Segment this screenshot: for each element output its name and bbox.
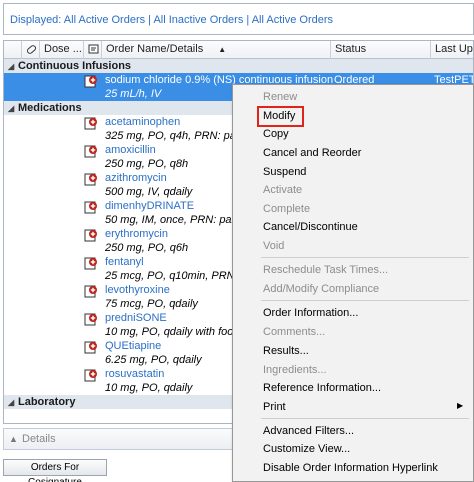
document-med-icon (84, 313, 97, 326)
menu-item-void[interactable]: Void (263, 240, 284, 252)
menu-item-results[interactable]: Results... (263, 345, 309, 357)
details-expander[interactable]: ▲ Details (3, 428, 239, 450)
order-details: 325 mg, PO, q4h, PRN: pain-r (105, 130, 252, 142)
order-name[interactable]: QUEtiapine (105, 340, 161, 352)
header-last-update[interactable]: Last Upda (431, 41, 473, 59)
order-name[interactable]: amoxicillin (105, 144, 156, 156)
details-label: Details (22, 433, 56, 445)
order-details: 50 mg, IM, once, PRN: pain (105, 214, 241, 226)
menu-separator (261, 418, 469, 419)
pill-icon (26, 45, 37, 54)
section-title: Continuous Infusions (18, 60, 132, 72)
document-med-icon (84, 257, 97, 270)
header-order-name[interactable]: Order Name/Details ▲ (102, 41, 331, 59)
order-name[interactable]: acetaminophen (105, 116, 180, 128)
document-med-icon (84, 173, 97, 186)
header-select-column[interactable] (4, 41, 22, 59)
menu-item-disable-order-information-hyperlink[interactable]: Disable Order Information Hyperlink (263, 462, 438, 474)
document-med-icon (84, 229, 97, 242)
orders-for-cosignature-button[interactable]: Orders For Cosignature (3, 459, 107, 482)
menu-item-advanced-filters[interactable]: Advanced Filters... (263, 425, 354, 437)
order-details: 10 mg, PO, qdaily with food (105, 326, 240, 338)
section-continuous-infusions[interactable]: ◢ Continuous Infusions (4, 59, 473, 74)
menu-item-comments[interactable]: Comments... (263, 326, 325, 338)
document-med-icon (84, 285, 97, 298)
order-details: 500 mg, IV, qdaily (105, 186, 193, 198)
menu-item-modify[interactable]: Modify (263, 110, 295, 122)
displayed-filter-bar: Displayed: All Active Orders | All Inact… (3, 3, 474, 35)
order-details: 75 mcg, PO, qdaily (105, 298, 198, 310)
order-name[interactable]: fentanyl (105, 256, 144, 268)
order-details: 10 mg, PO, qdaily (105, 382, 193, 394)
collapse-triangle-icon[interactable]: ◢ (8, 396, 18, 410)
menu-item-cancel-discontinue[interactable]: Cancel/Discontinue (263, 221, 358, 233)
header-order-name-label: Order Name/Details (106, 43, 204, 55)
menu-item-suspend[interactable]: Suspend (263, 166, 306, 178)
menu-item-renew[interactable]: Renew (263, 91, 297, 103)
document-med-icon (84, 117, 97, 130)
order-name[interactable]: rosuvastatin (105, 368, 164, 380)
menu-item-cancel-and-reorder[interactable]: Cancel and Reorder (263, 147, 361, 159)
header-details-icon-column[interactable] (84, 41, 102, 59)
order-name[interactable]: dimenhyDRINATE (105, 200, 194, 212)
submenu-arrow-icon: ▶ (457, 401, 464, 410)
menu-separator (261, 257, 469, 258)
menu-item-reference-information[interactable]: Reference Information... (263, 382, 381, 394)
document-med-icon (84, 201, 97, 214)
sort-ascending-icon: ▲ (218, 45, 227, 54)
collapse-triangle-icon[interactable]: ◢ (8, 60, 18, 74)
order-details: 25 mL/h, IV (105, 88, 162, 100)
header-dose[interactable]: Dose ... (40, 41, 84, 59)
document-med-icon (84, 75, 97, 88)
header-icon-column[interactable] (22, 41, 40, 59)
menu-item-activate[interactable]: Activate (263, 184, 302, 196)
document-med-icon (84, 145, 97, 158)
menu-item-add-modify-compliance[interactable]: Add/Modify Compliance (263, 283, 379, 295)
order-name[interactable]: predniSONE (105, 312, 167, 324)
menu-separator (261, 300, 469, 301)
header-status[interactable]: Status (331, 41, 431, 59)
order-name[interactable]: levothyroxine (105, 284, 170, 296)
menu-item-complete[interactable]: Complete (263, 203, 310, 215)
collapse-triangle-icon[interactable]: ◢ (8, 102, 18, 116)
displayed-filter-links[interactable]: Displayed: All Active Orders | All Inact… (10, 14, 333, 26)
menu-item-reschedule-task-times[interactable]: Reschedule Task Times... (263, 264, 388, 276)
document-med-icon (84, 341, 97, 354)
section-title: Medications (18, 102, 82, 114)
order-details: 250 mg, PO, q8h (105, 158, 189, 170)
expand-triangle-icon[interactable]: ▲ (9, 434, 18, 444)
menu-item-customize-view[interactable]: Customize View... (263, 443, 350, 455)
menu-item-print[interactable]: Print (263, 401, 286, 413)
document-med-icon (84, 369, 97, 382)
grid-header: Dose ... Order Name/Details ▲ Status Las… (4, 41, 473, 59)
order-name[interactable]: azithromycin (105, 172, 167, 184)
menu-item-order-information[interactable]: Order Information... (263, 307, 358, 319)
menu-item-ingredients[interactable]: Ingredients... (263, 364, 327, 376)
context-menu: Renew Modify Copy Cancel and Reorder Sus… (232, 84, 474, 482)
notepad-icon (88, 44, 99, 54)
order-details: 250 mg, PO, q6h (105, 242, 189, 254)
order-details: 6.25 mg, PO, qdaily (105, 354, 202, 366)
order-name[interactable]: erythromycin (105, 228, 168, 240)
section-title: Laboratory (18, 396, 76, 408)
menu-item-copy[interactable]: Copy (263, 128, 289, 140)
